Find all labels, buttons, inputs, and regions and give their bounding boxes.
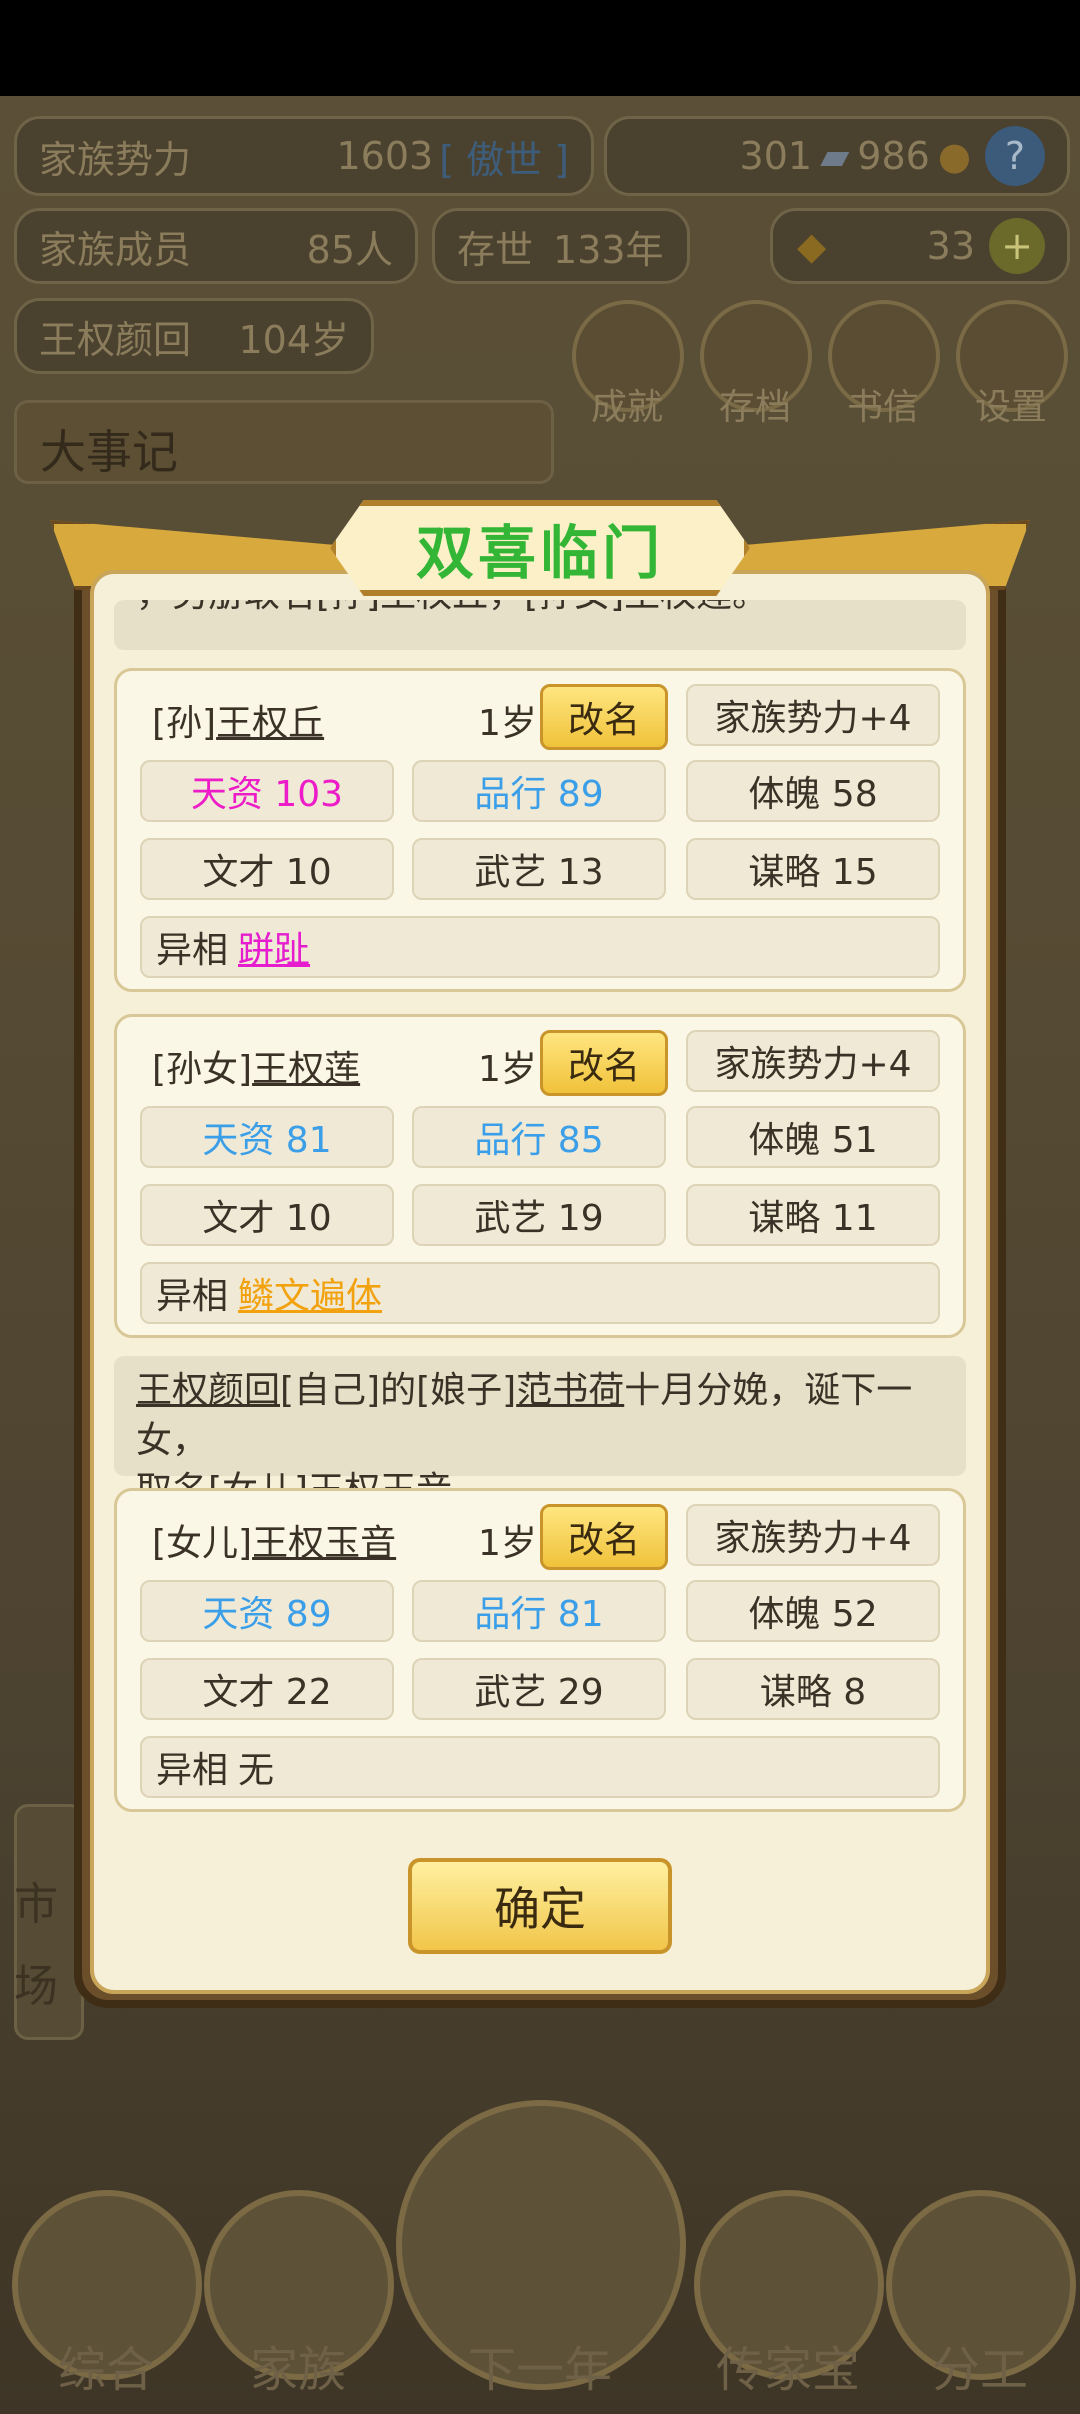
child-1-age: 1岁: [478, 703, 537, 744]
child-3-age: 1岁: [478, 1523, 537, 1564]
child-3-physique: 体魄 52: [686, 1580, 940, 1642]
child-2-trait-row: 异相 鳞文遍体: [140, 1262, 940, 1324]
message-father[interactable]: 王权颜回: [136, 1370, 280, 1411]
child-1-conduct: 品行 89: [412, 760, 666, 822]
child-2-bonus: 家族势力+4: [686, 1030, 940, 1092]
child-1-martial: 武艺 13: [412, 838, 666, 900]
child-2-name[interactable]: 王权莲: [252, 1049, 360, 1090]
child-1-trait[interactable]: 跰趾: [238, 921, 310, 973]
power-value: 1603: [336, 134, 434, 178]
child-3-trait-row: 异相 无: [140, 1736, 940, 1798]
child-2-trait[interactable]: 鳞文遍体: [238, 1267, 382, 1319]
child-3-conduct: 品行 81: [412, 1580, 666, 1642]
child-1-literary: 文才 10: [140, 838, 394, 900]
message-mother[interactable]: 范书荷: [516, 1370, 624, 1411]
members-label: 家族成员: [39, 227, 192, 272]
child-3-name[interactable]: 王权玉音: [252, 1523, 396, 1564]
coin-icon: ●: [937, 134, 971, 178]
gold-ingot-icon: ◆: [797, 224, 827, 268]
silver-count: 301: [739, 134, 813, 178]
nav-next-year-label: 下一年: [467, 2342, 612, 2398]
child-3-bonus: 家族势力+4: [686, 1504, 940, 1566]
patriarch-name: 王权颜回: [39, 317, 192, 362]
gold-count: 33: [926, 224, 975, 268]
confirm-button[interactable]: 确定: [408, 1858, 672, 1954]
birth-message: 王权颜回[自己]的[娘子]范书荷十月分娩，诞下一女，取名[女儿]王权玉音。: [114, 1356, 966, 1511]
child-3-rename-button[interactable]: 改名: [540, 1504, 668, 1570]
exist-value: 133年: [553, 227, 664, 272]
nav-duties-label: 分工: [931, 2342, 1028, 2398]
child-3-aptitude: 天资 89: [140, 1580, 394, 1642]
child-2-strategy: 谋略 11: [686, 1184, 940, 1246]
child-2-aptitude: 天资 81: [140, 1106, 394, 1168]
child-2-rename-button[interactable]: 改名: [540, 1030, 668, 1096]
child-1-trait-label: 异相: [156, 930, 229, 971]
members-panel: 家族成员 85人: [14, 208, 418, 284]
dialog-title: 双喜临门: [415, 519, 664, 587]
gold-panel: ◆ 33 +: [770, 208, 1070, 284]
child-2-name-line: [孙女]王权莲: [152, 1040, 360, 1092]
dialog-title-plate: 双喜临门: [330, 500, 750, 596]
family-power-panel: 家族势力 1603 [ 傲世 ]: [14, 116, 594, 196]
nav-general-label: 综合: [57, 2342, 154, 2398]
events-title: 大事记: [40, 425, 178, 479]
child-3-name-line: [女儿]王权玉音: [152, 1514, 396, 1566]
patriarch-panel: 王权颜回 104岁: [14, 298, 374, 374]
currency-panel: 301 ▰ 986 ● ?: [604, 116, 1070, 196]
child-2-physique: 体魄 51: [686, 1106, 940, 1168]
market-label-1: 市: [14, 1879, 58, 1930]
child-2-age: 1岁: [478, 1049, 537, 1090]
child-3-strategy: 谋略 8: [686, 1658, 940, 1720]
power-rank: [ 傲世 ]: [439, 137, 569, 182]
silver-icon: ▰: [820, 134, 850, 178]
child-3-literary: 文才 22: [140, 1658, 394, 1720]
coin-count: 986: [857, 134, 930, 178]
settings-label: 设置: [974, 387, 1047, 428]
patriarch-age: 104岁: [238, 317, 349, 362]
message-text-1: [自己]的[娘子]: [280, 1370, 517, 1411]
help-icon[interactable]: ?: [985, 126, 1045, 186]
nav-family-label: 家族: [249, 2342, 346, 2398]
child-3-relation: [女儿]: [152, 1523, 253, 1564]
child-1-strategy: 谋略 15: [686, 838, 940, 900]
child-1-name[interactable]: 王权丘: [216, 703, 324, 744]
market-label-2: 场: [14, 1961, 58, 2012]
status-bar: [0, 0, 1080, 96]
top-message-partial: ，另册取名[孙]王权丘，[孙女]王权莲。: [114, 600, 966, 650]
add-gold-icon[interactable]: +: [989, 218, 1045, 274]
top-message-text: ，另册取名[孙]王权丘，[孙女]王权莲。: [136, 600, 944, 620]
child-2-relation: [孙女]: [152, 1049, 253, 1090]
exist-panel: 存世 133年: [432, 208, 690, 284]
child-1-rename-button[interactable]: 改名: [540, 684, 668, 750]
nav-heirloom-label: 传家宝: [715, 2342, 860, 2398]
child-3-trait-label: 异相: [156, 1750, 229, 1791]
power-label: 家族势力: [39, 137, 192, 182]
child-1-relation: [孙]: [152, 703, 217, 744]
child-1-bonus: 家族势力+4: [686, 684, 940, 746]
child-2-martial: 武艺 19: [412, 1184, 666, 1246]
child-2-trait-label: 异相: [156, 1276, 229, 1317]
child-1-aptitude: 天资 103: [140, 760, 394, 822]
achievement-label: 成就: [590, 387, 663, 428]
child-2-literary: 文才 10: [140, 1184, 394, 1246]
members-value: 85人: [306, 227, 393, 272]
child-3-trait: 无: [238, 1750, 275, 1791]
child-1-name-line: [孙]王权丘: [152, 694, 324, 746]
child-3-martial: 武艺 29: [412, 1658, 666, 1720]
letter-label: 书信: [846, 387, 919, 428]
child-1-trait-row: 异相 跰趾: [140, 916, 940, 978]
child-2-conduct: 品行 85: [412, 1106, 666, 1168]
save-label: 存档: [718, 387, 791, 428]
exist-label: 存世: [457, 227, 534, 272]
child-1-physique: 体魄 58: [686, 760, 940, 822]
